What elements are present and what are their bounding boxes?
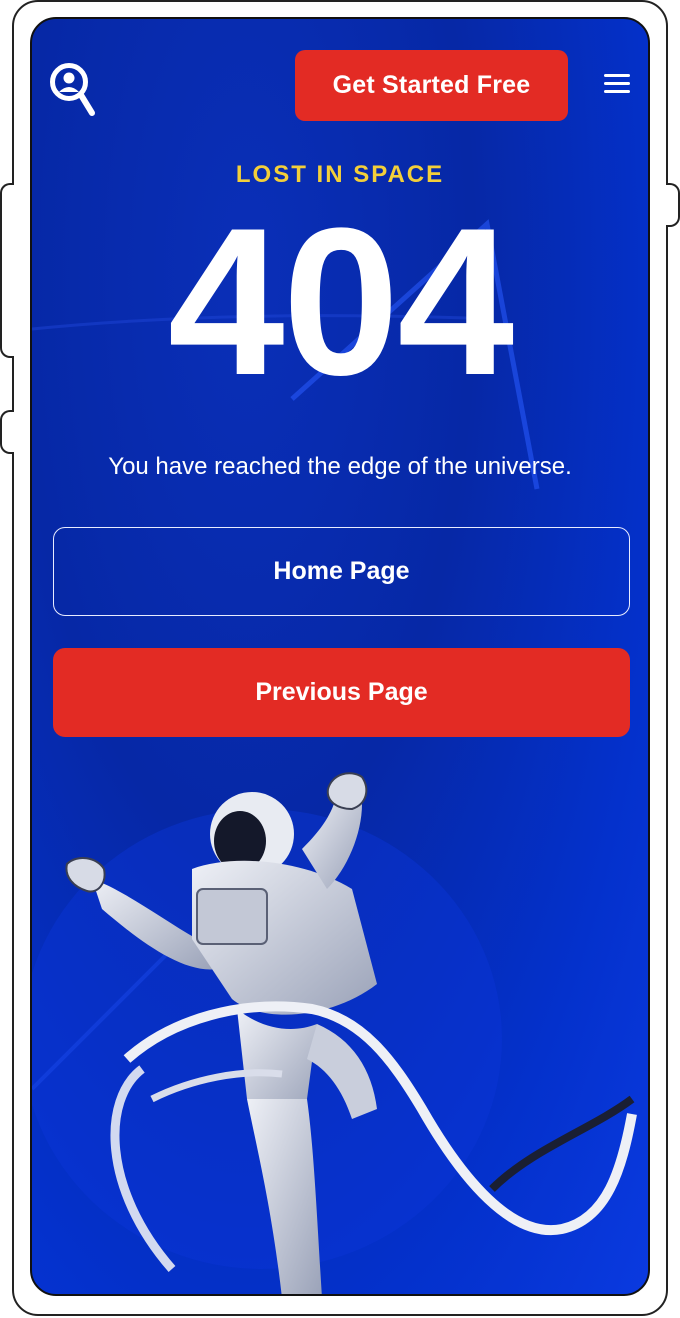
get-started-button[interactable]: Get Started Free — [295, 50, 568, 121]
error-message: You have reached the edge of the univers… — [108, 453, 572, 480]
side-button — [0, 410, 14, 454]
home-page-button[interactable]: Home Page — [53, 527, 630, 616]
volume-button — [0, 183, 14, 358]
previous-page-button[interactable]: Previous Page — [53, 648, 630, 737]
header: Get Started Free — [32, 19, 648, 139]
astronaut-illustration — [65, 772, 637, 1294]
power-button — [666, 183, 680, 227]
search-person-icon[interactable] — [48, 61, 98, 119]
hamburger-menu-icon[interactable] — [604, 74, 630, 94]
screen: Get Started Free LOST IN SPACE 404 You h… — [30, 17, 650, 1296]
error-code: 404 — [167, 184, 514, 419]
